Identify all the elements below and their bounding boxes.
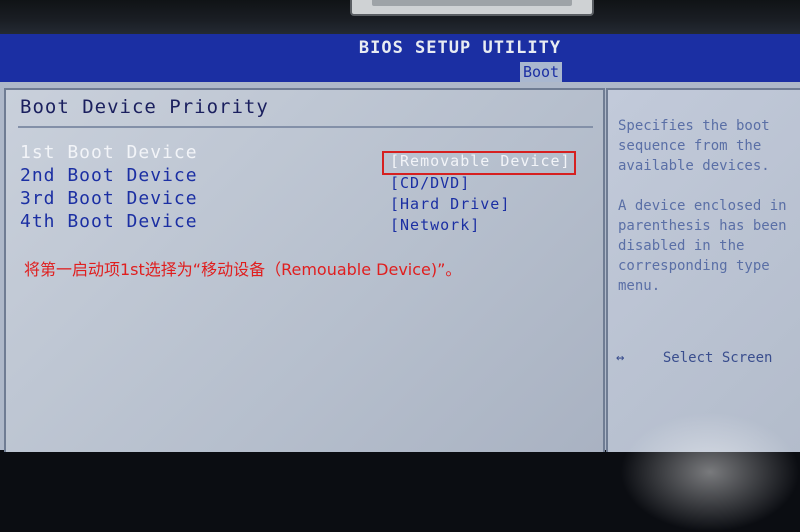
app-title: BIOS SETUP UTILITY bbox=[358, 38, 562, 58]
boot-device-3-value[interactable]: [Hard Drive] bbox=[390, 195, 510, 213]
title-bar: BIOS SETUP UTILITY bbox=[0, 34, 800, 62]
device-on-bezel bbox=[350, 0, 594, 16]
help-line-6: disabled in the bbox=[618, 238, 745, 254]
help-line-3: available devices. bbox=[618, 158, 770, 174]
key-help-label: Select Screen bbox=[662, 350, 773, 366]
key-help-select-screen: ↔ Select Screen bbox=[616, 350, 772, 366]
boot-device-4-label[interactable]: 4th Boot Device bbox=[20, 211, 198, 232]
tab-row: Boot bbox=[0, 62, 800, 82]
monitor-bezel bbox=[0, 0, 800, 34]
help-line-2: sequence from the bbox=[618, 138, 762, 154]
help-line-8: menu. bbox=[618, 278, 661, 294]
boot-device-1-label[interactable]: 1st Boot Device bbox=[20, 142, 198, 163]
settings-pane: Boot Device Priority 1st Boot Device 2nd… bbox=[4, 88, 605, 452]
help-line-4: A device enclosed in bbox=[618, 198, 787, 214]
help-pane: Specifies the boot sequence from the ava… bbox=[606, 88, 800, 452]
section-divider bbox=[18, 126, 593, 128]
help-line-1: Specifies the boot bbox=[618, 118, 770, 134]
boot-device-1-value[interactable]: [Removable Device] bbox=[390, 152, 571, 170]
boot-device-3-label[interactable]: 3rd Boot Device bbox=[20, 188, 198, 209]
boot-device-2-label[interactable]: 2nd Boot Device bbox=[20, 165, 198, 186]
main-panel: Boot Device Priority 1st Boot Device 2nd… bbox=[0, 82, 800, 532]
boot-device-4-value[interactable]: [Network] bbox=[390, 216, 480, 234]
boot-device-2-value[interactable]: [CD/DVD] bbox=[390, 174, 470, 192]
section-title: Boot Device Priority bbox=[20, 96, 269, 118]
device-slot bbox=[372, 0, 572, 6]
tab-boot[interactable]: Boot bbox=[520, 62, 562, 82]
help-line-7: corresponding type bbox=[618, 258, 770, 274]
help-line-5: parenthesis has been bbox=[618, 218, 787, 234]
left-right-arrow-icon: ↔ bbox=[616, 350, 625, 366]
annotation-text: 将第一启动项1st选择为“移动设备（Remouable Device)”。 bbox=[24, 260, 462, 279]
